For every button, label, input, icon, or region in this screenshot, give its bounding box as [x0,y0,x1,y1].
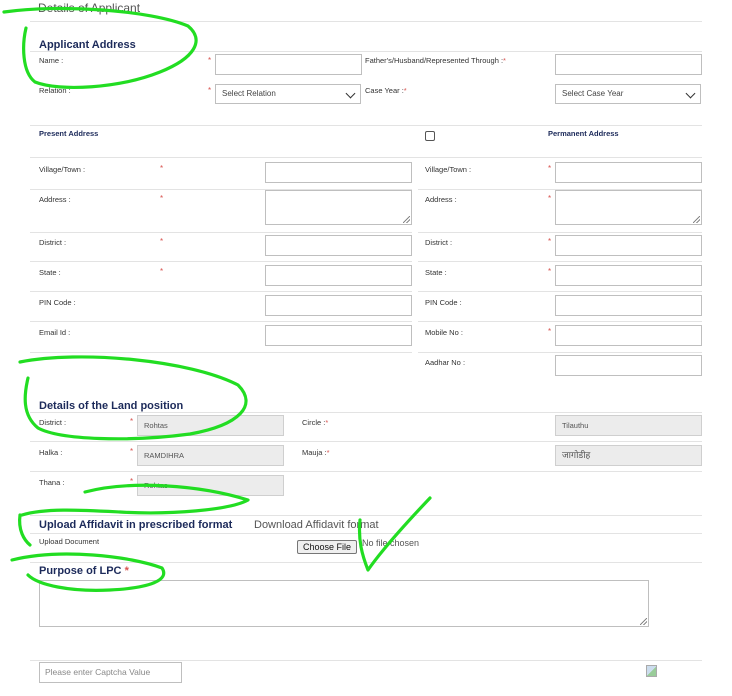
present-pin-input[interactable] [265,295,412,316]
permanent-village-label: Village/Town : [425,165,472,174]
permanent-address-label: Permanent Address [548,129,619,138]
mauja-field: जागोडीह [555,445,702,466]
mobile-label: Mobile No : [425,328,463,337]
land-district-field: Rohtas [137,415,284,436]
required-mark: * [160,267,164,276]
required-mark: * [160,194,164,203]
annotation-check-file [357,496,432,572]
email-label: Email Id : [39,328,71,337]
required-mark: * [130,417,134,426]
required-mark: * [548,237,552,246]
land-district-label: District : [39,418,67,427]
upload-document-label: Upload Document [39,537,100,546]
required-mark: * [548,164,552,173]
aadhar-input[interactable] [555,355,702,376]
permanent-pin-input[interactable] [555,295,702,316]
permanent-district-input[interactable] [555,235,702,256]
required-mark: * [548,327,552,336]
download-affidavit-link[interactable]: Download Affidavit format [254,519,379,531]
captcha-image-icon [646,665,657,677]
halka-label: Halka : [39,448,63,457]
mauja-label: Mauja :* [302,448,330,457]
required-mark: * [208,56,212,65]
present-address-textarea[interactable] [265,190,412,225]
circle-label: Circle :* [302,418,329,427]
permanent-state-input[interactable] [555,265,702,286]
present-state-label: State : [39,268,61,277]
permanent-village-input[interactable] [555,162,702,183]
chevron-down-icon [345,88,356,99]
thana-field: Rohtas [137,475,284,496]
thana-label: Thana : [39,478,65,487]
required-mark: * [130,477,134,486]
required-mark: * [130,447,134,456]
required-mark: * [548,267,552,276]
captcha-input[interactable]: Please enter Captcha Value [39,662,182,683]
present-pin-label: PIN Code : [39,298,76,307]
choose-file-button[interactable]: Choose File [297,540,357,554]
father-label: Father's/Husband/Represented Through :* [365,56,506,65]
present-state-input[interactable] [265,265,412,286]
permanent-pin-label: PIN Code : [425,298,462,307]
email-input[interactable] [265,325,412,346]
circle-field: Tilauthu [555,415,702,436]
chevron-down-icon [685,88,696,99]
present-district-input[interactable] [265,235,412,256]
annotation-stroke-affidavit [18,513,32,547]
purpose-textarea[interactable] [39,580,649,627]
relation-label: Relation : [39,86,71,95]
same-address-checkbox[interactable] [425,131,435,141]
name-label: Name : [39,56,64,65]
affidavit-heading: Upload Affidavit in prescribed format [39,519,233,531]
present-address-label: Present Address [39,129,99,138]
present-district-label: District : [39,238,67,247]
name-input[interactable] [215,54,362,75]
required-mark: * [548,194,552,203]
relation-select[interactable]: Select Relation [215,84,361,104]
case-year-select[interactable]: Select Case Year [555,84,701,104]
present-village-input[interactable] [265,162,412,183]
purpose-heading: Purpose of LPC * [39,565,129,577]
mobile-input[interactable] [555,325,702,346]
case-year-label: Case Year :* [365,86,407,95]
applicant-address-heading: Applicant Address [39,39,136,51]
no-file-chosen-text: No file chosen [362,538,420,548]
permanent-address-field-label: Address : [425,195,457,204]
required-mark: * [208,86,212,95]
permanent-district-label: District : [425,238,453,247]
halka-field: RAMDIHRA [137,445,284,466]
page-title: Details of Applicant [38,1,141,15]
land-position-heading: Details of the Land position [39,400,184,412]
required-mark: * [160,237,164,246]
aadhar-label: Aadhar No : [425,358,466,367]
permanent-address-textarea[interactable] [555,190,702,225]
present-address-field-label: Address : [39,195,71,204]
present-village-label: Village/Town : [39,165,86,174]
required-mark: * [160,164,164,173]
permanent-state-label: State : [425,268,447,277]
father-input[interactable] [555,54,702,75]
